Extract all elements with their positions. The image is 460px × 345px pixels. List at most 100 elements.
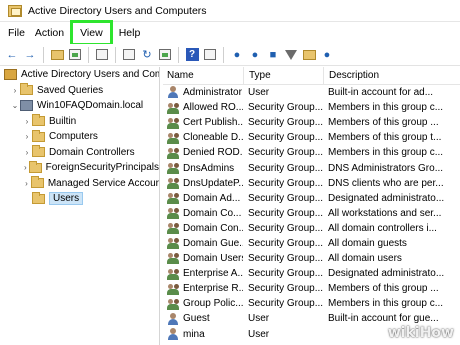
back-arrow-icon[interactable]: ← (4, 47, 20, 63)
group-icon (167, 207, 180, 220)
group-icon (167, 192, 180, 205)
tree-item-builtin[interactable]: › Builtin (0, 114, 159, 130)
cell-name: Domain Gue... (163, 236, 243, 251)
column-header-name[interactable]: Name (163, 67, 243, 84)
group-icon (167, 252, 180, 265)
table-row[interactable]: Domain Ad... Security Group... Designated … (163, 191, 460, 206)
console-tree: Active Directory Users and Com › Saved Q… (0, 67, 160, 345)
new-group-icon[interactable]: ● (247, 47, 263, 63)
chevron-right-icon[interactable]: › (22, 117, 32, 126)
new-ou-icon[interactable]: ■ (265, 47, 281, 63)
group-icon (167, 177, 180, 189)
tree-item-domain-controllers[interactable]: › Domain Controllers (0, 145, 159, 161)
column-header-description[interactable]: Description (323, 67, 460, 84)
tree-item-label: Managed Service Accour (47, 177, 159, 189)
cell-name-text: Group Polic... (183, 298, 243, 310)
cell-description: Designated administrato... (328, 192, 445, 204)
menu-view[interactable]: View (70, 20, 113, 46)
tree-item-computers[interactable]: › Computers (0, 129, 159, 145)
tree-item-domain[interactable]: ⌄ Win10FAQDomain.local (0, 98, 159, 114)
table-row[interactable]: Enterprise R... Security Group... Members … (163, 281, 460, 296)
properties-icon[interactable] (94, 47, 110, 63)
table-row[interactable]: Denied ROD... Security Group... Members in… (163, 145, 460, 160)
cell-name-text: DnsUpdateP... (183, 177, 243, 189)
refresh-icon[interactable]: ↻ (139, 47, 155, 63)
console-icon[interactable] (202, 47, 218, 63)
cell-name-text: Domain Gue... (183, 237, 243, 249)
tree-item-saved-queries[interactable]: › Saved Queries (0, 83, 159, 99)
cell-name-text: Denied ROD... (183, 147, 243, 159)
table-row[interactable]: Domain Con... Security Group... All domain… (163, 221, 460, 236)
tree-item-label: Win10FAQDomain.local (37, 100, 144, 112)
cell-description: Members of this group t... (328, 132, 442, 144)
menu-action[interactable]: Action (30, 22, 69, 44)
table-row[interactable]: Domain Co... Security Group... All worksta… (163, 206, 460, 221)
table-row[interactable]: Administrator User Built-in account for ad… (163, 85, 460, 100)
chevron-down-icon[interactable]: ⌄ (10, 101, 20, 110)
group-icon (167, 102, 180, 114)
cell-name: Domain Con... (163, 221, 243, 236)
folder-icon (20, 83, 33, 96)
forward-arrow-icon[interactable]: → (22, 47, 38, 63)
tree-root[interactable]: Active Directory Users and Com (0, 67, 159, 83)
new-user-icon[interactable]: ● (229, 47, 245, 63)
add-to-group-icon[interactable]: ● (319, 47, 335, 63)
menu-help[interactable]: Help (114, 22, 146, 44)
cell-name-text: Domain Users (183, 253, 243, 265)
chevron-right-icon[interactable]: › (22, 132, 32, 141)
table-row[interactable]: Domain Users Security Group... All domain … (163, 251, 460, 266)
column-header-type[interactable]: Type (243, 67, 323, 84)
table-row[interactable]: Cloneable D... Security Group... Members o… (163, 130, 460, 145)
cell-type: Security Group... (248, 253, 323, 265)
table-row[interactable]: DnsAdmins Security Group... DNS Administra… (163, 160, 460, 175)
show-hide-console-tree-icon[interactable] (67, 47, 83, 63)
tree-item-label: Computers (49, 131, 98, 143)
export-icon[interactable] (157, 47, 173, 63)
group-icon (167, 283, 180, 295)
cell-description: All workstations and ser... (328, 207, 442, 219)
group-icon (167, 237, 180, 250)
table-row[interactable]: Cert Publish... Security Group... Members … (163, 115, 460, 130)
up-folder-icon[interactable] (49, 47, 65, 63)
wikihow-watermark: wikiHow (388, 325, 454, 341)
table-row[interactable]: Allowed RO... Security Group... Members in… (163, 100, 460, 115)
chevron-right-icon[interactable]: › (22, 163, 29, 172)
filter-icon[interactable] (283, 47, 299, 63)
cell-type: Security Group... (248, 268, 323, 280)
cell-name: mina (163, 327, 243, 342)
chevron-right-icon[interactable]: › (22, 148, 32, 157)
cell-name: Domain Users (163, 251, 243, 266)
menu-file[interactable]: File (0, 22, 30, 44)
folder-icon (30, 176, 44, 189)
cell-description: All domain guests (328, 237, 407, 249)
cell-type: User (248, 328, 270, 340)
group-icon (167, 298, 180, 310)
cell-name: DnsUpdateP... (163, 176, 243, 191)
tree-item-users[interactable]: Users (0, 191, 159, 207)
cell-type: Security Group... (248, 192, 323, 204)
details-list: Name Type Description Administrator User B… (163, 67, 460, 345)
cell-type: Security Group... (248, 177, 323, 189)
table-row[interactable]: Enterprise A... Security Group... Designat… (163, 266, 460, 281)
find-icon[interactable] (301, 47, 317, 63)
chevron-right-icon[interactable]: › (22, 179, 31, 188)
tree-item-managed-service-accounts[interactable]: › Managed Service Accour (0, 176, 159, 192)
table-row[interactable]: Group Polic... Security Group... Members i… (163, 296, 460, 311)
help-icon[interactable]: ? (184, 47, 200, 63)
cell-name-text: Domain Con... (183, 222, 243, 234)
menu-bar: File Action View Help (0, 20, 460, 46)
cell-name-text: DnsAdmins (183, 162, 235, 174)
table-row[interactable]: DnsUpdateP... Security Group... DNS client… (163, 176, 460, 191)
export-list-icon[interactable] (121, 47, 137, 63)
cell-type: Security Group... (248, 102, 323, 114)
tree-item-foreign-security-principals[interactable]: › ForeignSecurityPrincipals (0, 160, 159, 176)
cell-type: Security Group... (248, 117, 323, 129)
cell-name: Domain Co... (163, 206, 243, 221)
user-icon (167, 312, 180, 325)
group-icon (167, 132, 180, 144)
table-row[interactable]: Domain Gue... Security Group... All domain… (163, 236, 460, 251)
tree-item-label: ForeignSecurityPrincipals (45, 162, 159, 174)
group-icon (167, 268, 180, 280)
cell-type: User (248, 87, 270, 99)
chevron-right-icon[interactable]: › (10, 86, 20, 95)
